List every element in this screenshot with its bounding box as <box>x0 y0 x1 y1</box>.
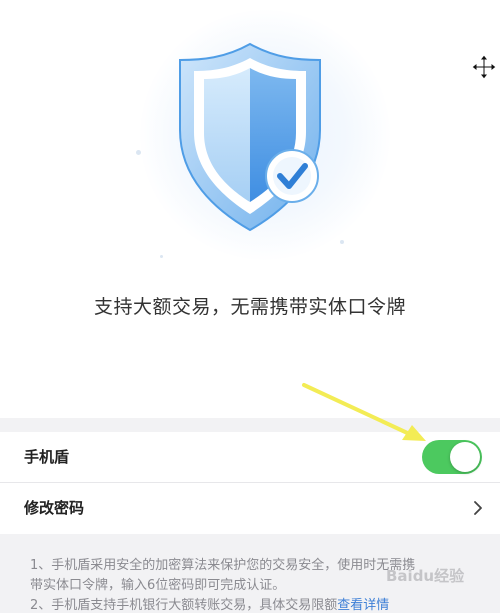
note-item-2: 2、手机盾支持手机银行大额转账交易，具体交易限额查看详情 <box>30 596 480 613</box>
mobile-shield-row: 手机盾 <box>0 432 500 483</box>
decor-dot <box>160 255 163 258</box>
change-password-row[interactable]: 修改密码 <box>0 483 500 533</box>
toggle-knob <box>450 442 480 472</box>
view-details-link[interactable]: 查看详情 <box>337 598 389 613</box>
baidu-watermark: Baidu经验 <box>386 567 465 585</box>
mobile-shield-label: 手机盾 <box>24 448 70 466</box>
shield-check-icon <box>170 38 330 238</box>
note-2-text: 2、手机盾支持手机银行大额转账交易，具体交易限额 <box>30 598 338 613</box>
hero-section: 支持大额交易，无需携带实体口令牌 <box>0 0 500 418</box>
decor-dot <box>136 150 141 155</box>
section-divider <box>0 418 500 432</box>
decor-dot <box>340 240 344 244</box>
hero-tagline: 支持大额交易，无需携带实体口令牌 <box>93 296 406 318</box>
move-cursor-icon <box>471 54 497 80</box>
chevron-right-icon <box>472 500 484 516</box>
change-password-label: 修改密码 <box>24 499 85 517</box>
mobile-shield-toggle[interactable] <box>422 440 482 474</box>
